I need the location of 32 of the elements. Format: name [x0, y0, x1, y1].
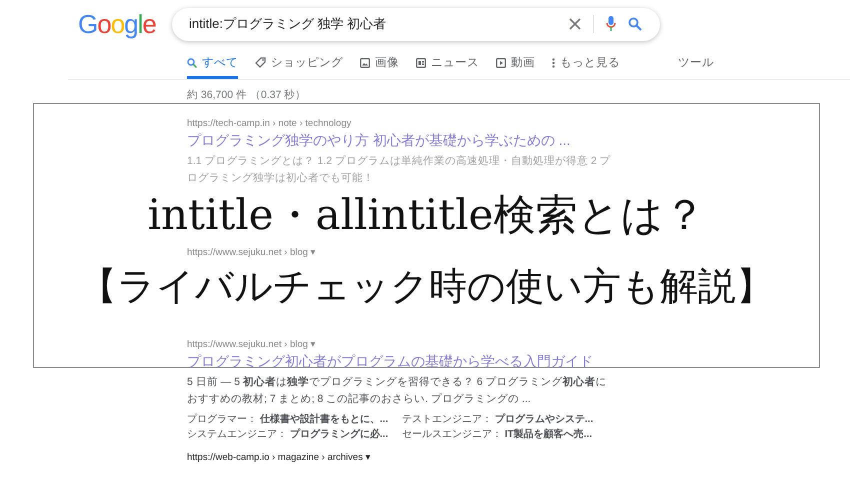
image-icon: [360, 58, 370, 68]
result-title[interactable]: プログラミング独学のやり方 初心者が基礎から学ぶための ...: [187, 132, 617, 150]
result-stats: 約 36,700 件 （0.37 秒）: [187, 88, 308, 102]
result-sitelink[interactable]: プログラマー： 仕様書や設計書をもとに、...: [187, 412, 402, 427]
search-tab[interactable]: すべて: [187, 55, 238, 79]
result-snippet: 1.1 プログラミングとは？ 1.2 プログラムは単純作業の高速処理・自動処理が得意 2 プログラミング独学は初心者でも可能！: [187, 154, 612, 186]
overlay-subtitle: 【ライバルチェック時の使い方も解説】: [79, 264, 774, 308]
overlay-title: intitle・allintitle検索とは？: [148, 190, 706, 240]
search-tab[interactable]: もっと見る: [552, 55, 620, 79]
tools-tab[interactable]: ツール: [678, 55, 714, 79]
search-tab[interactable]: ショッピング: [255, 55, 343, 79]
microphone-icon[interactable]: [606, 16, 616, 32]
close-icon[interactable]: [569, 18, 581, 30]
result-sitelink[interactable]: テストエンジニア： プログラムやシステ...: [402, 412, 617, 427]
google-logo[interactable]: Google: [78, 8, 172, 40]
result-snippet: 5 日前 — 5 初心者は独学でプログラミングを習得できる？ 6 プログラミング初心者におすすめの教材; 7 まとめ; 8 この記事のおさらい. プログラミングの ...: [187, 374, 608, 407]
result-url: https://tech-camp.in › note › technology: [187, 118, 352, 129]
search-icon: [187, 58, 197, 68]
result-sitelink[interactable]: セールスエンジニア： IT製品を顧客へ売...: [402, 427, 617, 442]
result-url: https://www.sejuku.net › blog ▾: [187, 339, 316, 350]
result-sitelink[interactable]: システムエンジニア： プログラミングに必...: [187, 427, 402, 442]
tag-icon: [255, 57, 266, 68]
search-field[interactable]: intitle:プログラミング 独学 初心者: [172, 8, 660, 40]
search-tab[interactable]: 動画: [496, 55, 535, 79]
result-url: https://www.sejuku.net › blog ▾: [187, 247, 316, 258]
search-tab[interactable]: ニュース: [416, 55, 479, 79]
play-icon: [496, 58, 506, 68]
result-url: https://web-camp.io › magazine › archives ▾: [187, 452, 372, 463]
newspaper-icon: [416, 58, 426, 68]
search-icon[interactable]: [628, 17, 642, 31]
more-dots-icon: [552, 58, 555, 68]
search-tab[interactable]: 画像: [360, 55, 399, 79]
